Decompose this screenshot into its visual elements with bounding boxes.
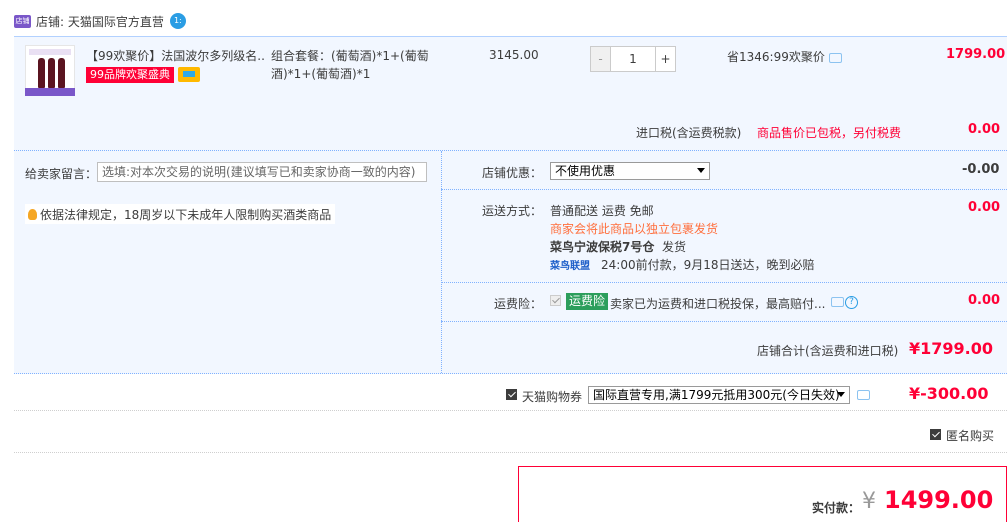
shop-badge-icon: 店铺 [14, 14, 31, 28]
wine-bottle-image [48, 58, 55, 88]
coupon-select[interactable]: 国际直营专用,满1799元抵用300元(今日失效) [588, 386, 850, 404]
options-divider [441, 151, 442, 373]
import-tax-value: 0.00 [968, 122, 1001, 137]
anonymous-label: 匿名购买 [946, 429, 995, 443]
dispatch-text: 发货 [662, 240, 687, 254]
wine-bottle-image [58, 58, 65, 88]
combo-description: 组合套餐：(葡萄酒)*1+(葡萄酒)*1+(葡萄酒)*1 [271, 49, 429, 81]
dropdown-arrow-icon [837, 392, 845, 397]
import-tax-label: 进口税(含运费税款) [636, 126, 742, 140]
wine-bottle-image [38, 58, 45, 88]
coupon-checkbox[interactable] [506, 389, 517, 400]
options-divider [441, 282, 1007, 283]
thumbnail-label [29, 49, 71, 55]
shop-name[interactable]: 店铺: 天猫国际官方直营 [36, 13, 164, 30]
shipping-value: 0.00 [968, 200, 1001, 215]
shop-discount-select[interactable]: 不使用优惠 [550, 162, 710, 180]
quantity-stepper: - 1 + [590, 46, 676, 72]
law-notice: 依据法律规定，18周岁以下未成年人限制购买酒类商品 [25, 204, 336, 224]
discount-text: 省1346:99欢聚价 [727, 50, 825, 64]
order-options-block [14, 150, 1007, 374]
discount-info: 省1346:99欢聚价 [727, 48, 842, 65]
payment-label: 实付款： [812, 501, 861, 515]
divider [14, 452, 1007, 453]
quantity-input[interactable]: 1 [611, 47, 655, 71]
message-icon[interactable] [831, 297, 844, 307]
shipping-warehouse: 菜鸟宁波保税7号仓 发货 [550, 238, 686, 255]
unit-price: 3145.00 [489, 48, 539, 62]
product-title-link[interactable]: 【99欢聚价】法国波尔多列级名... [86, 47, 266, 64]
coupon-label: 天猫购物券 [522, 390, 583, 404]
currency-symbol: ¥ [862, 489, 876, 514]
message-icon[interactable] [857, 390, 870, 400]
shop-total-value: ¥1799.00 [909, 339, 994, 358]
quantity-increase-button[interactable]: + [655, 47, 675, 71]
shipping-package-note: 商家会将此商品以独立包裹发货 [550, 222, 719, 236]
shop-header: 店铺 店铺: 天猫国际官方直营 1: [14, 10, 186, 32]
help-icon[interactable]: ? [845, 296, 858, 309]
options-divider [441, 321, 1007, 322]
message-icon[interactable] [828, 52, 842, 63]
coupon-selected: 国际直营专用,满1799元抵用300元(今日失效) [593, 388, 840, 402]
shop-discount-value: -0.00 [962, 162, 1000, 177]
shop-total-label: 店铺合计(含运费和进口税) [757, 344, 899, 358]
warehouse-name: 菜鸟宁波保税7号仓 [550, 240, 655, 254]
insurance-text: 卖家已为运费和进口税投保，最高赔付... [610, 297, 826, 311]
quantity-decrease-button[interactable]: - [591, 47, 611, 71]
anonymous-checkbox[interactable] [930, 429, 941, 440]
law-notice-text: 依据法律规定，18周岁以下未成年人限制购买酒类商品 [40, 207, 332, 222]
memo-label: 给卖家留言： [25, 167, 98, 181]
promo-tag: 99品牌欢聚盛典 [86, 67, 174, 83]
credit-card-icon [178, 67, 200, 82]
lightbulb-icon [28, 208, 37, 220]
insurance-badge: 运费险 [566, 293, 609, 310]
item-subtotal: 1799.00 [946, 47, 1006, 62]
payment-total: 1499.00 [884, 486, 994, 514]
wangwang-chat-icon[interactable]: 1: [169, 13, 186, 29]
shipping-method: 普通配送 运费 免邮 [550, 204, 654, 218]
dropdown-arrow-icon [697, 168, 705, 173]
thumbnail-promo-strip [25, 88, 75, 96]
insurance-label: 运费险： [494, 297, 543, 311]
shop-discount-label: 店铺优惠： [482, 166, 543, 180]
insurance-value: 0.00 [968, 293, 1001, 308]
shipping-label: 运送方式： [482, 204, 543, 218]
delivery-promise: 24:00前付款，9月18日送达，晚到必赔 [601, 258, 815, 272]
shop-discount-selected: 不使用优惠 [555, 164, 616, 178]
seller-message-input[interactable]: 选填:对本次交易的说明(建议填写已和卖家协商一致的内容) [97, 162, 427, 182]
cainiao-logo: 菜鸟联盟 [550, 261, 590, 272]
import-tax-note: 商品售价已包税，另付税费 [757, 126, 902, 140]
insurance-checkbox [550, 295, 561, 306]
options-divider [441, 189, 1007, 190]
coupon-value: ¥-300.00 [909, 384, 989, 403]
